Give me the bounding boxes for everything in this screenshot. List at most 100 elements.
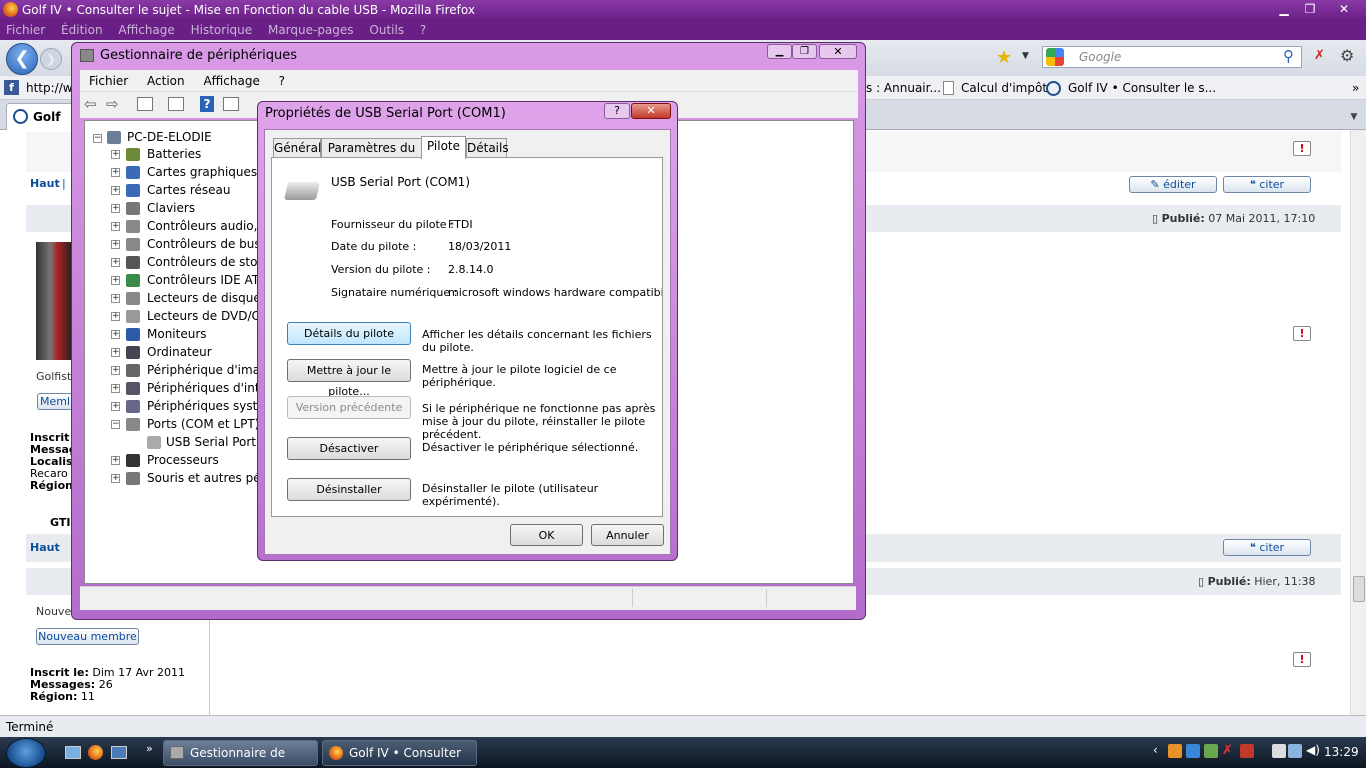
tray-app-icon[interactable] (1240, 744, 1254, 758)
expand-icon[interactable]: + (111, 204, 120, 213)
usb-tray-icon[interactable] (1272, 744, 1286, 758)
post2-member-button[interactable]: Meml (37, 393, 73, 410)
tree-item[interactable]: Contrôleurs de stock (147, 253, 271, 271)
tree-item[interactable]: Contrôleurs audio, vi (147, 217, 272, 235)
menu-help[interactable]: ? (420, 23, 426, 37)
show-desktop-icon[interactable] (65, 746, 81, 759)
dialog-close-button[interactable]: ✕ (631, 103, 671, 119)
start-button[interactable] (6, 738, 46, 768)
expand-icon[interactable]: + (111, 150, 120, 159)
bookmark-golf-iv[interactable]: Golf IV • Consulter le s... (1068, 76, 1216, 100)
ok-button[interactable]: OK (510, 524, 583, 546)
desactiver-button[interactable]: Désactiver (287, 437, 411, 460)
tree-root[interactable]: PC-DE-ELODIE (127, 128, 212, 146)
tree-item[interactable]: Cartes réseau (147, 181, 230, 199)
dm-menu-fichier[interactable]: Fichier (89, 70, 128, 92)
expand-icon[interactable]: + (111, 348, 120, 357)
expand-icon[interactable]: + (111, 384, 120, 393)
tab-general[interactable]: Général (273, 138, 321, 158)
switch-windows-icon[interactable] (111, 746, 127, 759)
task-firefox[interactable]: Golf IV • Consulter l... (322, 740, 477, 766)
help-icon[interactable]: ? (200, 96, 214, 112)
properties-icon[interactable] (168, 97, 184, 111)
quicklaunch-overflow-icon[interactable]: » (146, 742, 153, 755)
tab-parametres-port[interactable]: Paramètres du port (321, 138, 422, 174)
google-icon[interactable] (1046, 48, 1064, 66)
tray-app-icon[interactable] (1168, 744, 1182, 758)
cancel-button[interactable]: Annuler (591, 524, 664, 546)
tree-item[interactable]: Contrôleurs IDE ATA/ (147, 271, 270, 289)
report-icon[interactable]: ! (1293, 141, 1311, 156)
expand-icon[interactable]: + (111, 456, 120, 465)
menu-outils[interactable]: Outils (369, 23, 404, 37)
collapse-icon[interactable]: − (93, 134, 102, 143)
volume-icon[interactable]: ◀) (1306, 743, 1320, 757)
bookmarks-overflow-icon[interactable]: » (1352, 76, 1359, 100)
tree-item[interactable]: Périphériques d'inter (147, 379, 272, 397)
report-icon[interactable]: ! (1293, 652, 1311, 667)
back-arrow-icon[interactable]: ⇦ (84, 95, 97, 113)
menu-edition[interactable]: Édition (61, 23, 103, 37)
expand-icon[interactable]: + (111, 330, 120, 339)
expand-icon[interactable]: + (111, 258, 120, 267)
menu-historique[interactable]: Historique (191, 23, 253, 37)
bookmark-star-icon[interactable]: ★ (996, 47, 1012, 68)
network-icon[interactable] (1288, 744, 1302, 758)
editer-button[interactable]: ✎ éditer (1129, 176, 1217, 193)
tree-item[interactable]: Processeurs (147, 451, 219, 469)
expand-icon[interactable]: + (111, 294, 120, 303)
forward-button[interactable]: ❯ (40, 48, 62, 70)
tree-item[interactable]: Moniteurs (147, 325, 207, 343)
search-icon[interactable]: ⚲ (1283, 47, 1294, 65)
dm-menu-help[interactable]: ? (279, 70, 285, 92)
expand-icon[interactable]: + (111, 240, 120, 249)
facebook-icon[interactable]: f (4, 80, 19, 95)
addon-icon[interactable]: ✗ (1314, 48, 1325, 63)
task-device-manager[interactable]: Gestionnaire de péri... (163, 740, 318, 766)
menu-affichage[interactable]: Affichage (118, 23, 174, 37)
expand-icon[interactable]: + (111, 474, 120, 483)
tree-view-icon[interactable] (137, 97, 153, 111)
tree-item[interactable]: Cartes graphiques (147, 163, 257, 181)
post3-username[interactable]: Nouve (36, 605, 71, 618)
tab-pilote[interactable]: Pilote (421, 136, 466, 159)
bookmark-calcul-impot[interactable]: Calcul d'impôt (961, 76, 1047, 100)
expand-icon[interactable]: + (111, 402, 120, 411)
post2-username[interactable]: Golfist (36, 370, 71, 383)
dm-close-button[interactable]: ✕ (819, 44, 857, 59)
dialog-help-button[interactable]: ? (604, 103, 630, 119)
tree-item[interactable]: Ports (COM et LPT) (147, 415, 259, 433)
dm-menu-affichage[interactable]: Affichage (203, 70, 259, 92)
mettre-a-jour-button[interactable]: Mettre à jour le pilote... (287, 359, 411, 398)
dm-menu-action[interactable]: Action (147, 70, 185, 92)
tree-item[interactable]: Lecteurs de DVD/CD- (147, 307, 273, 325)
tray-app-icon[interactable] (1204, 744, 1218, 758)
tree-item[interactable]: Périphérique d'image (147, 361, 275, 379)
menu-fichier[interactable]: Fichier (6, 23, 45, 37)
tree-item[interactable]: Claviers (147, 199, 195, 217)
tree-item[interactable]: Ordinateur (147, 343, 212, 361)
forward-arrow-icon[interactable]: ⇨ (106, 95, 119, 113)
expand-icon[interactable]: + (111, 312, 120, 321)
desinstaller-button[interactable]: Désinstaller (287, 478, 411, 501)
expand-icon[interactable]: + (111, 276, 120, 285)
tab-list-icon[interactable]: ▼ (1345, 108, 1363, 126)
maximize-button[interactable]: ❐ (1298, 1, 1322, 17)
report-icon[interactable]: ! (1293, 326, 1311, 341)
expand-icon[interactable]: + (111, 168, 120, 177)
expand-icon[interactable]: + (111, 222, 120, 231)
expand-icon[interactable]: + (111, 186, 120, 195)
menu-marque-pages[interactable]: Marque-pages (268, 23, 354, 37)
details-pilote-button[interactable]: Détails du pilote (287, 322, 411, 345)
firefox-quicklaunch-icon[interactable] (88, 745, 103, 760)
clock[interactable]: 13:29 (1324, 737, 1364, 768)
tray-app-icon[interactable] (1186, 744, 1200, 758)
back-button[interactable]: ❮ (6, 43, 38, 75)
tree-item[interactable]: Contrôleurs de bus U (147, 235, 273, 253)
citer-button[interactable]: ❝ citer (1223, 176, 1311, 193)
bookmark-annuaire[interactable]: s : Annuair... (866, 76, 941, 100)
tab-golf-iv[interactable]: Golf IV (6, 103, 74, 150)
view-icon[interactable] (223, 97, 239, 111)
tab-details[interactable]: Détails (466, 138, 509, 158)
minimize-button[interactable]: ▁ (1272, 1, 1296, 17)
